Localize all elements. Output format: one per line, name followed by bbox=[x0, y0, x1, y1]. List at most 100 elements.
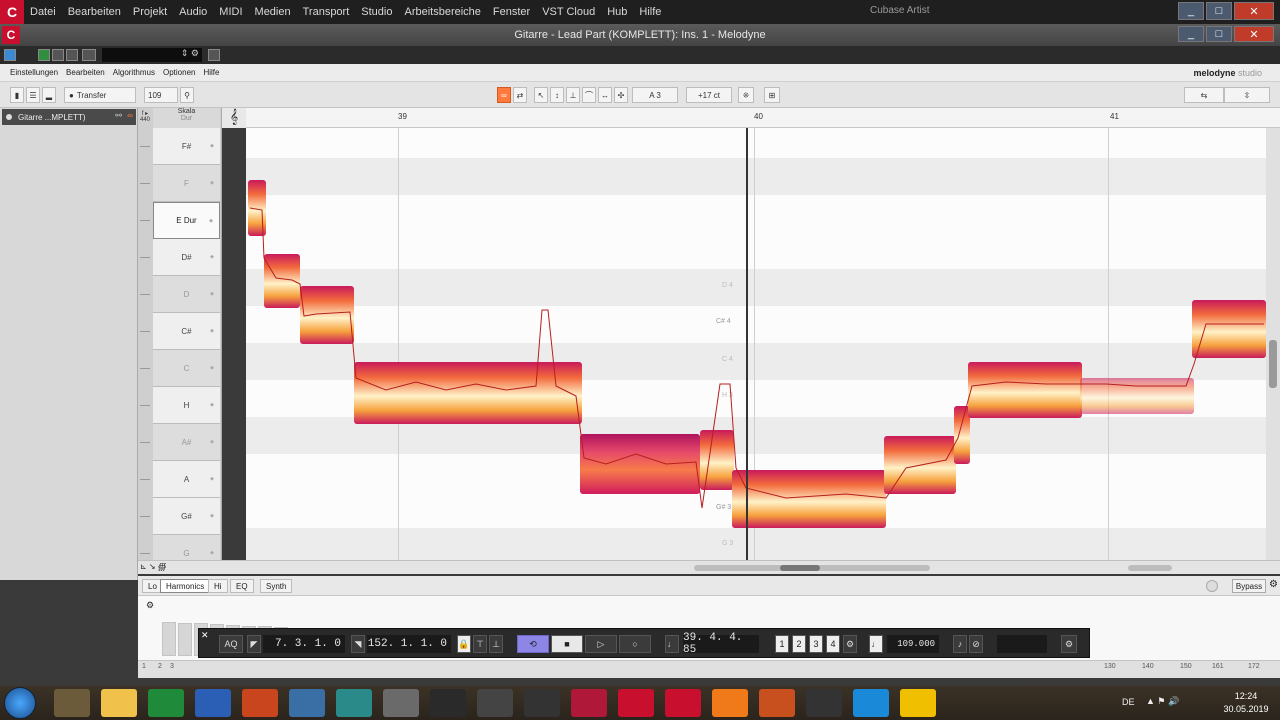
time-display-icon[interactable]: ♩ bbox=[665, 635, 679, 653]
play-button[interactable]: ▷ bbox=[585, 635, 617, 653]
cents-field[interactable]: +17 ct bbox=[686, 87, 732, 103]
key-toggle-icon[interactable]: ◆ bbox=[210, 550, 214, 556]
tab-eq[interactable]: EQ bbox=[230, 579, 254, 593]
key-toggle-icon[interactable]: ◆ bbox=[210, 143, 214, 149]
pitch-note-field[interactable]: A 3 bbox=[632, 87, 678, 103]
transport-settings-icon[interactable]: ⚙ bbox=[1061, 635, 1077, 653]
key-row[interactable]: F ◆ bbox=[153, 165, 220, 202]
amplitude-tool-icon[interactable]: ⌒ bbox=[582, 87, 596, 103]
stop-button[interactable]: ■ bbox=[551, 635, 583, 653]
bypass-slot-icon[interactable] bbox=[66, 49, 78, 61]
vertical-scroll-thumb[interactable] bbox=[1269, 340, 1277, 388]
taskbar-app-arrow-icon[interactable] bbox=[759, 689, 795, 717]
transfer-button[interactable]: ● Transfer bbox=[64, 87, 136, 103]
marker-button[interactable]: 1 bbox=[775, 635, 789, 653]
menu-item[interactable]: VST Cloud bbox=[536, 6, 601, 18]
tempo-track-icon[interactable]: ♩ bbox=[869, 635, 883, 653]
taskbar-cubase-icon[interactable] bbox=[571, 689, 607, 717]
taskbar-app-bee-icon[interactable] bbox=[477, 689, 513, 717]
start-button[interactable] bbox=[4, 687, 36, 719]
taskbar-explorer-icon[interactable] bbox=[54, 689, 90, 717]
key-toggle-icon[interactable]: ◆ bbox=[209, 218, 213, 224]
record-button[interactable]: ○ bbox=[619, 635, 651, 653]
menu-item[interactable]: Datei bbox=[24, 6, 62, 18]
menu-item[interactable]: Fenster bbox=[487, 6, 536, 18]
right-locator-icon[interactable]: ◥ bbox=[351, 635, 365, 653]
auto-quantize-button[interactable]: AQ bbox=[219, 635, 243, 653]
formant-tool-icon[interactable]: ⊥ bbox=[566, 87, 580, 103]
lock-icon[interactable]: 🔒 bbox=[457, 635, 471, 653]
menu-item[interactable]: Transport bbox=[297, 6, 356, 18]
menu-item[interactable]: Projekt bbox=[127, 6, 173, 18]
taskbar-fx8-icon[interactable] bbox=[430, 689, 466, 717]
clock-time[interactable]: 12:24 bbox=[1218, 691, 1274, 701]
clock-date[interactable]: 30.05.2019 bbox=[1218, 704, 1274, 714]
key-toggle-icon[interactable]: ◆ bbox=[210, 254, 214, 260]
pitch-snap-icon[interactable]: ∞ bbox=[497, 87, 511, 103]
key-row[interactable]: E Dur ◆ bbox=[153, 202, 220, 239]
menu-item[interactable]: MIDI bbox=[213, 6, 248, 18]
key-toggle-icon[interactable]: ◆ bbox=[210, 291, 214, 297]
cubase-logo-icon[interactable]: C bbox=[0, 0, 24, 24]
menu-item[interactable]: Bearbeiten bbox=[62, 6, 127, 18]
treble-clef-icon[interactable]: 𝄞 bbox=[222, 108, 246, 128]
click-off-icon[interactable]: ⊘ bbox=[969, 635, 983, 653]
marker-button[interactable]: 3 bbox=[809, 635, 823, 653]
melodyne-menu-item[interactable]: Bearbeiten bbox=[62, 68, 109, 77]
plugin-close-button[interactable]: ✕ bbox=[1234, 26, 1274, 42]
key-row[interactable]: D ◆ bbox=[153, 276, 220, 313]
tab-hi[interactable]: Hi bbox=[208, 579, 228, 593]
harmonic-bar[interactable] bbox=[178, 622, 192, 656]
key-row[interactable]: F# ◆ bbox=[153, 128, 220, 165]
power-icon[interactable] bbox=[4, 49, 16, 61]
menu-item[interactable]: Audio bbox=[173, 6, 213, 18]
horizontal-scroll-thumb[interactable] bbox=[780, 565, 820, 571]
harmonics-settings-icon[interactable]: ⚙ bbox=[146, 600, 154, 611]
track-list-icon[interactable]: ▮ bbox=[10, 87, 24, 103]
plugin-minimize-button[interactable]: _ bbox=[1178, 26, 1204, 42]
melodyne-menu-item[interactable]: Einstellungen bbox=[6, 68, 62, 77]
taskbar-app-circle-icon[interactable] bbox=[524, 689, 560, 717]
marker-button[interactable]: 2 bbox=[792, 635, 806, 653]
separation-tool-icon[interactable]: ✣ bbox=[614, 87, 628, 103]
taskbar-ezd-icon[interactable] bbox=[712, 689, 748, 717]
taskbar-outlook-icon[interactable] bbox=[101, 689, 137, 717]
taskbar-app-film-icon[interactable] bbox=[336, 689, 372, 717]
tab-harmonics[interactable]: Harmonics bbox=[160, 579, 211, 593]
key-toggle-icon[interactable]: ◆ bbox=[210, 328, 214, 334]
position-field[interactable]: 39. 4. 4. 85 bbox=[683, 632, 759, 656]
language-indicator[interactable]: DE bbox=[1122, 697, 1135, 707]
mixer-icon[interactable]: ☰ bbox=[26, 87, 40, 103]
left-locator-field[interactable]: 7. 3. 1. 0 bbox=[263, 635, 345, 653]
tempo-field[interactable]: 109 bbox=[144, 87, 178, 103]
write-automation-icon[interactable] bbox=[52, 49, 64, 61]
key-toggle-icon[interactable]: ◆ bbox=[210, 402, 214, 408]
harmonic-bar[interactable] bbox=[162, 622, 176, 656]
marker-display[interactable] bbox=[997, 635, 1047, 653]
menu-item[interactable]: Hub bbox=[601, 6, 633, 18]
marker-settings-icon[interactable]: ⚙ bbox=[843, 635, 857, 653]
timeline-ruler[interactable]: 39 40 41 bbox=[246, 108, 1280, 128]
taskbar-app-monster-icon[interactable] bbox=[383, 689, 419, 717]
key-row[interactable]: D# ◆ bbox=[153, 239, 220, 276]
tool-icons[interactable]: ⊾ ↘ ∰ bbox=[140, 562, 166, 571]
zoom-v-icon[interactable]: ⇳ bbox=[1224, 87, 1270, 103]
melodyne-menu-item[interactable]: Optionen bbox=[159, 68, 199, 77]
taskbar-cubase-active-icon[interactable] bbox=[618, 689, 654, 717]
track-record-icon[interactable] bbox=[6, 114, 12, 120]
menu-item[interactable]: Arbeitsbereiche bbox=[398, 6, 486, 18]
taskbar-app-2017-icon[interactable] bbox=[289, 689, 325, 717]
read-automation-icon[interactable] bbox=[38, 49, 50, 61]
key-row[interactable]: A# ◆ bbox=[153, 424, 220, 461]
key-toggle-icon[interactable]: ◆ bbox=[210, 365, 214, 371]
zoom-slider[interactable] bbox=[1128, 565, 1172, 571]
taskbar-melodyne-icon[interactable] bbox=[665, 689, 701, 717]
right-locator-field[interactable]: 152. 1. 1. 0 bbox=[367, 635, 451, 653]
key-toggle-icon[interactable]: ◆ bbox=[210, 513, 214, 519]
plugin-maximize-button[interactable]: □ bbox=[1206, 26, 1232, 42]
taskbar-v49-icon[interactable] bbox=[806, 689, 842, 717]
click-icon[interactable]: ♪ bbox=[953, 635, 967, 653]
pointer-tool-icon[interactable]: ↖ bbox=[534, 87, 548, 103]
key-toggle-icon[interactable]: ◆ bbox=[210, 476, 214, 482]
menu-item[interactable]: Studio bbox=[355, 6, 398, 18]
